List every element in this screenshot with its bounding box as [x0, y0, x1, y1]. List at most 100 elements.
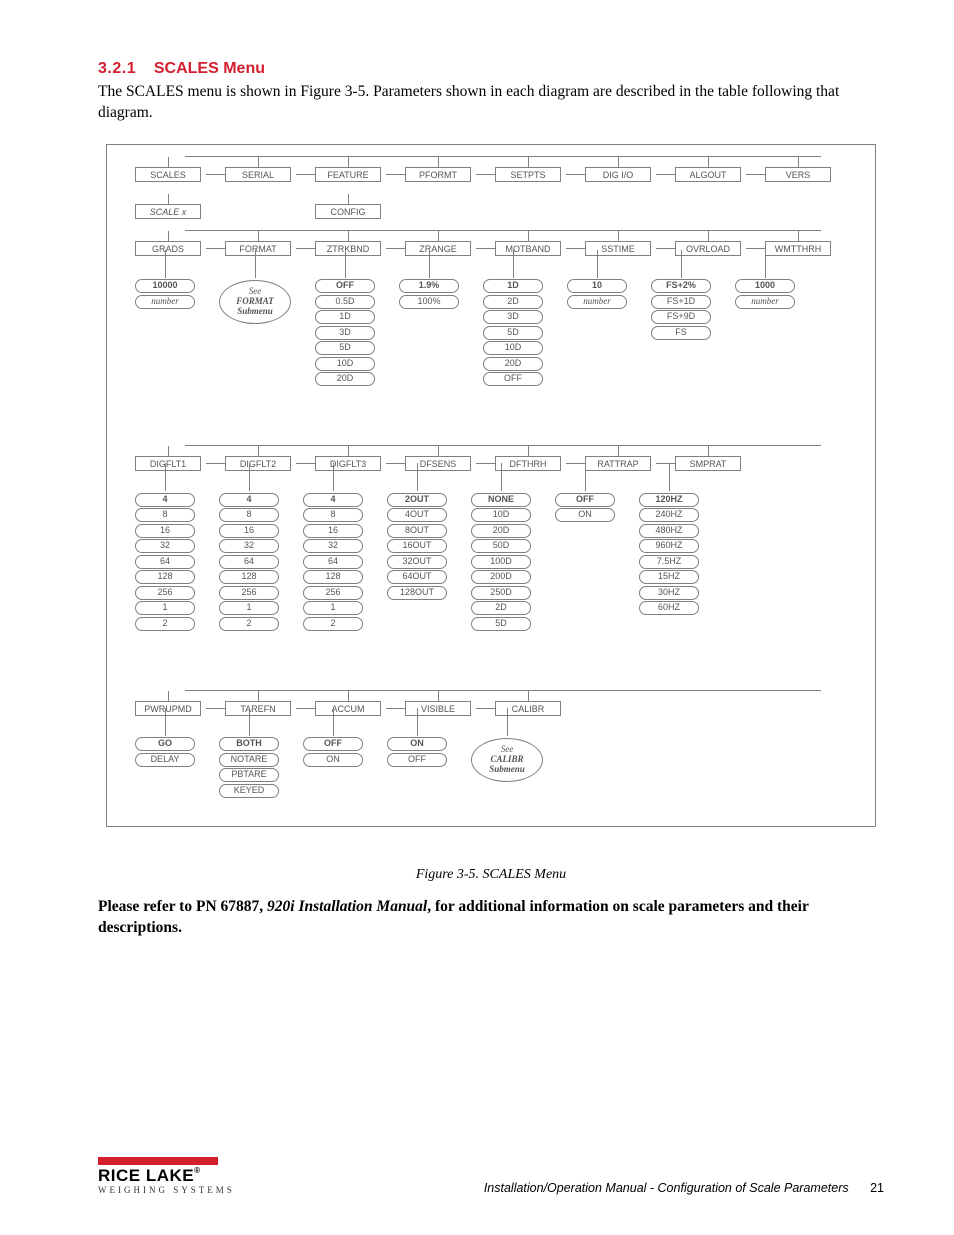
- option: 8OUT: [387, 524, 447, 538]
- intro-paragraph: The SCALES menu is shown in Figure 3-5. …: [98, 82, 884, 124]
- option: 128: [303, 570, 363, 584]
- option: 200D: [471, 570, 531, 584]
- menu-box: FEATURE: [315, 167, 381, 182]
- footer-doc-title: Installation/Operation Manual - Configur…: [484, 1181, 849, 1195]
- option: 8: [135, 508, 195, 522]
- menu-box: SCALES: [135, 167, 201, 182]
- option: 1: [135, 601, 195, 615]
- logo-bar-icon: [98, 1157, 218, 1165]
- menu-box: CONFIG: [315, 204, 381, 219]
- option: NOTARE: [219, 753, 279, 767]
- menu-box: PFORMT: [405, 167, 471, 182]
- section-title: SCALES Menu: [154, 60, 265, 77]
- option: 256: [135, 586, 195, 600]
- option: 100%: [399, 295, 459, 309]
- option-column: 10 number: [567, 278, 627, 309]
- option: number: [567, 295, 627, 309]
- option: 32: [303, 539, 363, 553]
- option-default: 2OUT: [387, 493, 447, 507]
- option: 64OUT: [387, 570, 447, 584]
- option-default: 4: [135, 493, 195, 507]
- option: 128OUT: [387, 586, 447, 600]
- menu-box: ALGOUT: [675, 167, 741, 182]
- option-default: 10000: [135, 279, 195, 293]
- option: OFF: [483, 372, 543, 386]
- option: FS+9D: [651, 310, 711, 324]
- option: FS: [651, 326, 711, 340]
- option: number: [735, 295, 795, 309]
- menu-box: DIGFLT2: [225, 456, 291, 471]
- option-default: GO: [135, 737, 195, 751]
- option-default: 10: [567, 279, 627, 293]
- logo-text: RICE LAKE: [98, 1166, 194, 1185]
- option: 100D: [471, 555, 531, 569]
- option-column: 1D 2D 3D 5D 10D 20D OFF: [483, 278, 543, 387]
- option-column: FS+2% FS+1D FS+9D FS: [651, 278, 711, 340]
- option: 15HZ: [639, 570, 699, 584]
- option: 2D: [483, 295, 543, 309]
- option: DELAY: [135, 753, 195, 767]
- option: 2D: [471, 601, 531, 615]
- option: 16: [303, 524, 363, 538]
- section-heading: 3.2.1 SCALES Menu: [98, 60, 884, 78]
- option: 3D: [483, 310, 543, 324]
- option: 5D: [471, 617, 531, 631]
- option: 0.5D: [315, 295, 375, 309]
- option: 64: [219, 555, 279, 569]
- option: 2: [219, 617, 279, 631]
- option: PBTARE: [219, 768, 279, 782]
- menu-box: DFSENS: [405, 456, 471, 471]
- option-column: SeeFORMATSubmenu: [219, 278, 291, 324]
- menu-box: FORMAT: [225, 241, 291, 256]
- menu-box: CALIBR: [495, 701, 561, 716]
- option-default: OFF: [315, 279, 375, 293]
- option: 30HZ: [639, 586, 699, 600]
- option-default: OFF: [555, 493, 615, 507]
- option: 1: [219, 601, 279, 615]
- option-column: OFF ON: [555, 491, 615, 522]
- option: 10D: [471, 508, 531, 522]
- menu-box: ACCUM: [315, 701, 381, 716]
- option-column: 10000 number: [135, 278, 195, 309]
- menu-box: GRADS: [135, 241, 201, 256]
- ref-pre: Please refer to PN 67887,: [98, 898, 267, 915]
- option: 16: [135, 524, 195, 538]
- menu-box: DIG I/O: [585, 167, 651, 182]
- option: 1: [303, 601, 363, 615]
- menu-diagram: SCALES SERIAL FEATURE PFORMT SETPTS DIG …: [106, 144, 876, 827]
- option: OFF: [387, 753, 447, 767]
- option-column: ON OFF: [387, 736, 447, 767]
- option: 960HZ: [639, 539, 699, 553]
- option: 60HZ: [639, 601, 699, 615]
- option: 8: [303, 508, 363, 522]
- option-column: 1000 number: [735, 278, 795, 309]
- option: 4OUT: [387, 508, 447, 522]
- menu-box: SSTIME: [585, 241, 651, 256]
- option: ON: [555, 508, 615, 522]
- option-column: 1.9% 100%: [399, 278, 459, 309]
- option-default: 1D: [483, 279, 543, 293]
- option-default: ON: [387, 737, 447, 751]
- submenu-bubble: SeeFORMATSubmenu: [219, 280, 291, 324]
- option-column: NONE 10D 20D 50D 100D 200D 250D 2D 5D: [471, 491, 531, 631]
- option: 16OUT: [387, 539, 447, 553]
- option: 250D: [471, 586, 531, 600]
- option-column: GO DELAY: [135, 736, 195, 767]
- option-column: 2OUT 4OUT 8OUT 16OUT 32OUT 64OUT 128OUT: [387, 491, 447, 600]
- option: ON: [303, 753, 363, 767]
- menu-box: MOTBAND: [495, 241, 561, 256]
- option: 256: [303, 586, 363, 600]
- option-default: OFF: [303, 737, 363, 751]
- option: 480HZ: [639, 524, 699, 538]
- option: 240HZ: [639, 508, 699, 522]
- option-default: FS+2%: [651, 279, 711, 293]
- menu-box: OVRLOAD: [675, 241, 741, 256]
- option: number: [135, 295, 195, 309]
- option: 10D: [483, 341, 543, 355]
- submenu-bubble: SeeCALIBRSubmenu: [471, 738, 543, 782]
- menu-box: RATTRAP: [585, 456, 651, 471]
- menu-box: SMPRAT: [675, 456, 741, 471]
- option: 5D: [483, 326, 543, 340]
- option-column: OFF 0.5D 1D 3D 5D 10D 20D: [315, 278, 375, 387]
- option: 8: [219, 508, 279, 522]
